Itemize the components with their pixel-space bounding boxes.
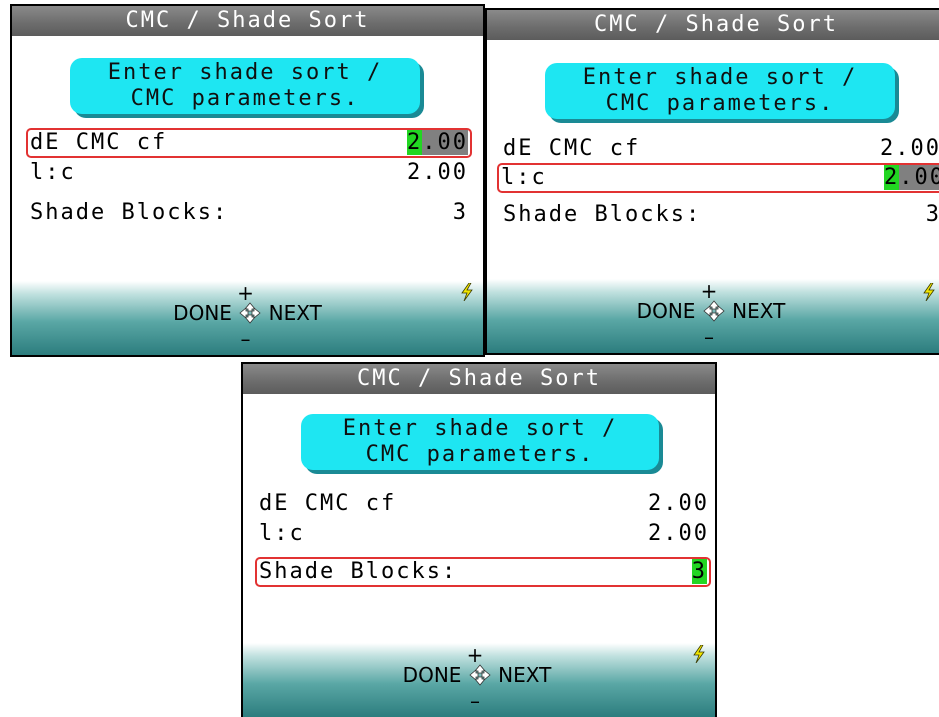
param-row-shade-blocks[interactable]: Shade Blocks: 3 [499,200,939,230]
nav-control[interactable]: + DONE NEXT – [487,281,939,347]
instruction-line-1: Enter shade sort / [107,60,383,85]
param-row-shade-blocks[interactable]: Shade Blocks: 3 [255,557,711,587]
nav-control[interactable]: + DONE NEXT – [12,283,483,349]
instruction-banner: Enter shade sort / CMC parameters. [545,63,895,119]
cursor-digit: 3 [691,559,707,584]
instruction-line-2: CMC parameters. [365,442,595,467]
param-label: Shade Blocks: [503,202,702,227]
param-row-de-cmc-cf[interactable]: dE CMC cf 2.00 [255,489,713,519]
instruction-line-1: Enter shade sort / [582,65,858,90]
decrement-label[interactable]: – [236,329,256,349]
param-row-lc[interactable]: l:c 2.00 [26,158,472,188]
param-label: dE CMC cf [503,136,641,161]
param-value: 3 [452,200,468,225]
next-button[interactable]: NEXT [269,300,322,326]
param-value: 2.00 [648,521,709,546]
param-row-de-cmc-cf[interactable]: dE CMC cf 2.00 [499,134,939,164]
lightning-bolt-icon [923,283,935,301]
param-value-input[interactable]: 3 [691,559,707,584]
increment-label[interactable]: + [699,281,719,301]
param-label: Shade Blocks: [259,559,458,584]
instruction-banner: Enter shade sort / CMC parameters. [70,58,420,114]
done-button[interactable]: DONE [173,300,232,326]
param-value-input[interactable]: 2.00 [884,165,939,190]
device-screen-3: CMC / Shade Sort Enter shade sort / CMC … [241,362,717,717]
decrement-label[interactable]: – [699,327,719,347]
param-label: Shade Blocks: [30,200,229,225]
next-button[interactable]: NEXT [498,662,551,688]
param-label: dE CMC cf [259,491,397,516]
param-label: l:c [30,160,76,185]
param-value: 2.00 [880,136,939,161]
softkey-bar: + DONE NEXT – [243,643,715,717]
value-remainder: .00 [899,165,939,190]
instruction-line-2: CMC parameters. [130,86,360,111]
param-row-shade-blocks[interactable]: Shade Blocks: 3 [26,198,472,228]
param-row-lc[interactable]: l:c 2.00 [497,163,939,193]
param-value: 3 [926,200,939,230]
softkey-bar: + DONE NEXT – [12,281,483,355]
increment-label[interactable]: + [236,283,256,303]
next-button[interactable]: NEXT [732,298,785,324]
lightning-bolt-icon [693,645,705,663]
nav-control[interactable]: + DONE NEXT – [243,645,715,711]
screen-title: CMC / Shade Sort [487,10,939,40]
cursor-digit: 2 [884,165,900,190]
cursor-digit: 2 [407,130,423,155]
softkey-bar: + DONE NEXT – [487,279,939,353]
done-button[interactable]: DONE [403,662,462,688]
param-value: 2.00 [407,160,468,185]
done-button[interactable]: DONE [637,298,696,324]
param-value-input[interactable]: 2.00 [407,130,468,155]
param-value: 2.00 [648,491,709,516]
instruction-line-1: Enter shade sort / [342,416,618,441]
device-screen-1: CMC / Shade Sort Enter shade sort / CMC … [10,4,485,357]
param-label: l:c [501,165,547,190]
param-label: dE CMC cf [30,130,168,155]
param-row-de-cmc-cf[interactable]: dE CMC cf 2.00 [26,128,472,158]
lightning-bolt-icon [461,283,473,301]
increment-label[interactable]: + [465,645,485,665]
param-label: l:c [259,521,305,546]
screen-title: CMC / Shade Sort [12,6,483,36]
instruction-banner: Enter shade sort / CMC parameters. [301,414,659,470]
decrement-label[interactable]: – [465,691,485,711]
instruction-line-2: CMC parameters. [605,91,835,116]
screen-title: CMC / Shade Sort [243,364,715,394]
param-row-lc[interactable]: l:c 2.00 [255,519,713,549]
value-remainder: .00 [422,130,468,155]
device-screen-2: CMC / Shade Sort Enter shade sort / CMC … [485,8,939,355]
